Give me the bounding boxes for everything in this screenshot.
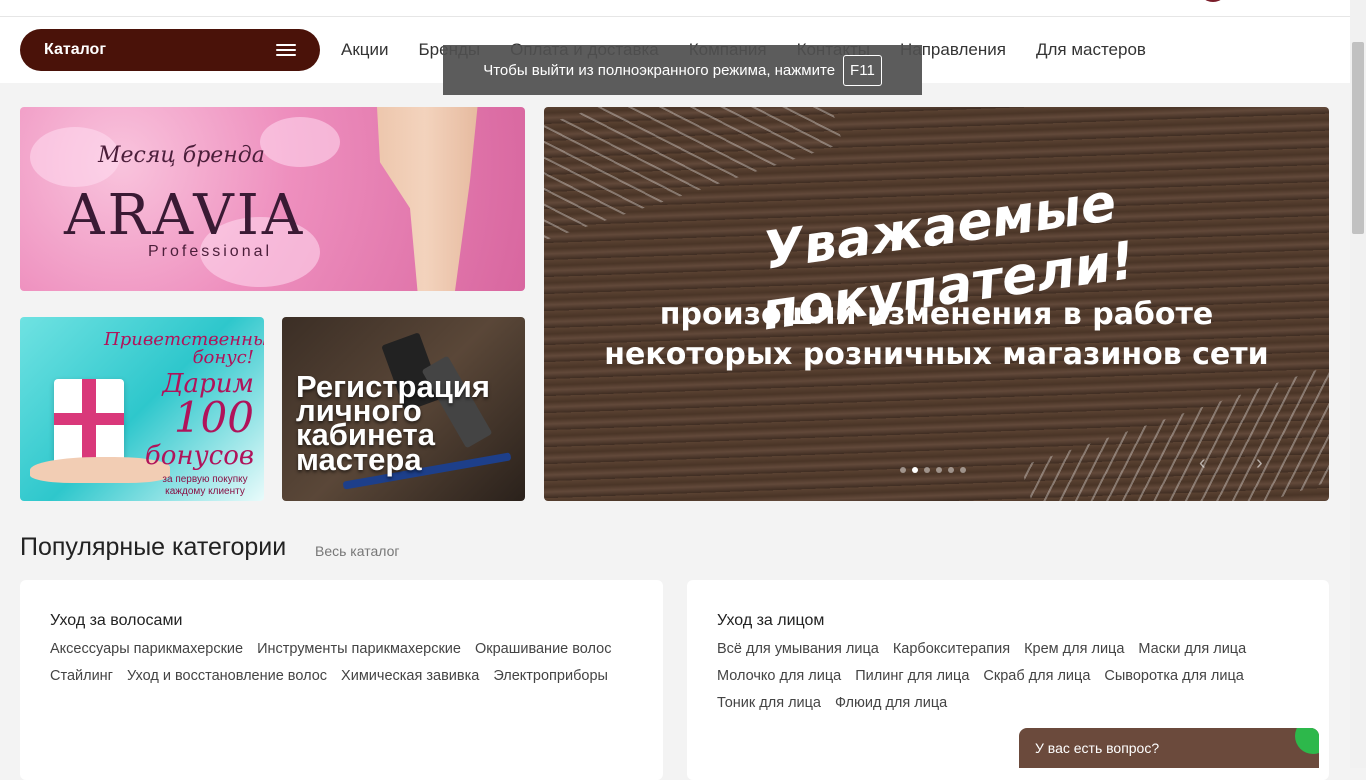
slider-dot[interactable] [936, 467, 942, 473]
hero-slider[interactable]: Уважаемые покупатели! произошли изменени… [544, 107, 1329, 501]
slider-prev-icon[interactable]: ‹ [1199, 452, 1206, 475]
slider-dot[interactable] [900, 467, 906, 473]
category-link[interactable]: Пилинг для лица [855, 667, 969, 685]
catalog-button[interactable]: Каталог [20, 29, 320, 71]
aravia-logo-sub: Professional [148, 243, 273, 260]
category-link[interactable]: Всё для умывания лица [717, 640, 879, 658]
category-link[interactable]: Инструменты парикмахерские [257, 640, 461, 658]
hero-subtitle-line: произошли изменения в работе [659, 297, 1214, 332]
category-link[interactable]: Крем для лица [1024, 640, 1124, 658]
aravia-logo-text: ARAVIA [64, 183, 306, 248]
online-indicator-icon [1295, 728, 1319, 754]
category-link[interactable]: Уход и восстановление волос [127, 667, 327, 685]
slider-dot[interactable] [948, 467, 954, 473]
aravia-banner-heading: Месяц бренда [98, 143, 265, 168]
category-card-title[interactable]: Уход за волосами [50, 612, 182, 630]
fullscreen-notice: Чтобы выйти из полноэкранного режима, на… [443, 45, 922, 95]
welcome-bonus-banner[interactable]: Приветственный бонус! Дарим 100 бонусов … [20, 317, 264, 501]
nav-item-for-masters[interactable]: Для мастеров [1036, 40, 1146, 60]
category-link[interactable]: Скраб для лица [983, 667, 1090, 685]
slider-next-icon[interactable]: › [1256, 452, 1263, 475]
master-title-line: мастера [296, 441, 422, 477]
hero-subtitle: произошли изменения в работе некоторых р… [584, 295, 1289, 375]
category-link[interactable]: Окрашивание волос [475, 640, 612, 658]
category-links: Всё для умывания лица Карбокситерапия Кр… [717, 640, 1307, 712]
bonus-heading: Приветственный бонус! [104, 329, 264, 368]
category-link[interactable]: Сыворотка для лица [1104, 667, 1243, 685]
category-link[interactable]: Тоник для лица [717, 694, 821, 712]
model-image [377, 107, 478, 291]
category-link[interactable]: Маски для лица [1138, 640, 1246, 658]
category-link[interactable]: Флюид для лица [835, 694, 947, 712]
petal-decoration [260, 117, 340, 167]
category-link[interactable]: Химическая завивка [341, 667, 479, 685]
all-catalog-link[interactable]: Весь каталог [315, 543, 399, 559]
f11-key-badge: F11 [843, 54, 882, 86]
catalog-label: Каталог [44, 41, 106, 58]
slider-dot[interactable] [960, 467, 966, 473]
nav-item-sales[interactable]: Акции [341, 40, 389, 60]
top-strip [0, 0, 1350, 17]
category-links: Аксессуары парикмахерские Инструменты па… [50, 640, 640, 685]
chat-label: У вас есть вопрос? [1035, 740, 1160, 756]
chat-widget[interactable]: У вас есть вопрос? [1019, 728, 1319, 768]
category-link[interactable]: Стайлинг [50, 667, 113, 685]
category-card-hair: Уход за волосами Аксессуары парикмахерск… [20, 580, 663, 780]
popular-categories-title: Популярные категории [20, 533, 287, 561]
ornament-decoration [1020, 361, 1329, 501]
slider-dots [900, 467, 966, 473]
category-link[interactable]: Карбокситерапия [893, 640, 1010, 658]
aravia-brand-banner[interactable]: Месяц бренда ARAVIA Professional [20, 107, 525, 291]
fullscreen-notice-text: Чтобы выйти из полноэкранного режима, на… [483, 61, 836, 79]
menu-icon [276, 44, 296, 56]
bonus-unit: бонусов [144, 441, 254, 471]
master-banner-title: Регистрация личного кабинета мастера [296, 371, 490, 477]
scrollbar-thumb[interactable] [1352, 42, 1364, 234]
hero-subtitle-line: некоторых розничных магазинов сети [604, 337, 1269, 372]
bonus-text: Приветственный бонус! Дарим 100 бонусов [104, 329, 264, 471]
bonus-amount: 100 [173, 393, 254, 442]
slider-dot[interactable] [912, 467, 918, 473]
master-registration-banner[interactable]: Регистрация личного кабинета мастера [282, 317, 525, 501]
bonus-note: за первую покупку каждому клиенту [162, 474, 248, 497]
category-card-title[interactable]: Уход за лицом [717, 612, 824, 630]
category-link[interactable]: Электроприборы [493, 667, 608, 685]
category-link[interactable]: Аксессуары парикмахерские [50, 640, 243, 658]
account-avatar[interactable] [1198, 0, 1228, 2]
category-link[interactable]: Молочко для лица [717, 667, 841, 685]
slider-dot[interactable] [924, 467, 930, 473]
